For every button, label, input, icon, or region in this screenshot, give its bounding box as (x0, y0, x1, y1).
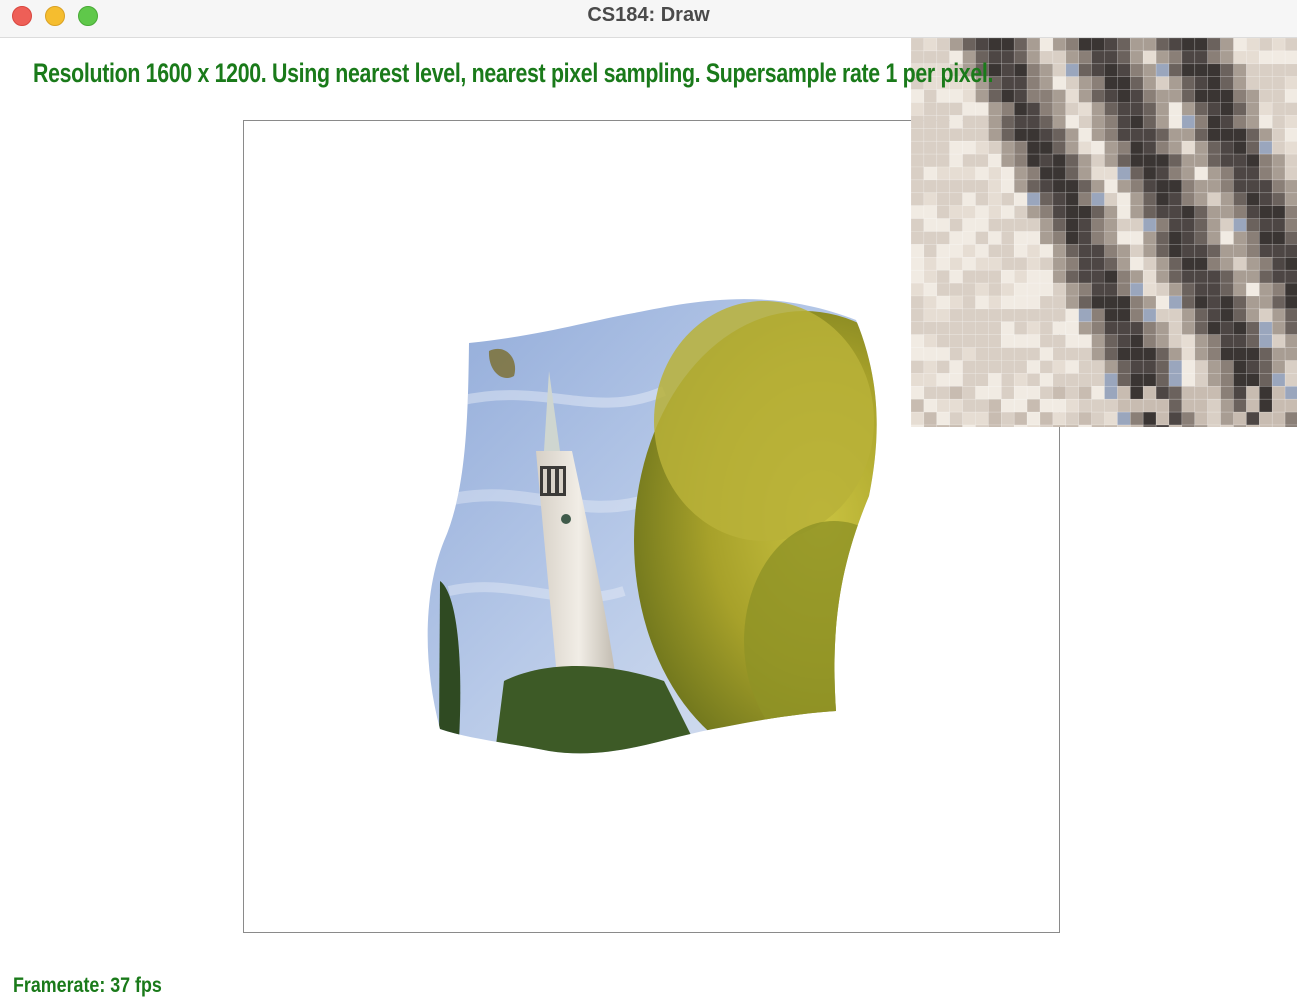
status-text: Resolution 1600 x 1200. Using nearest le… (33, 58, 994, 88)
framerate-text: Framerate: 37 fps (13, 974, 162, 997)
window-title: CS184: Draw (587, 4, 710, 26)
pixel-zoom-inset (911, 38, 1297, 427)
window-titlebar[interactable]: CS184: Draw (0, 0, 1297, 38)
